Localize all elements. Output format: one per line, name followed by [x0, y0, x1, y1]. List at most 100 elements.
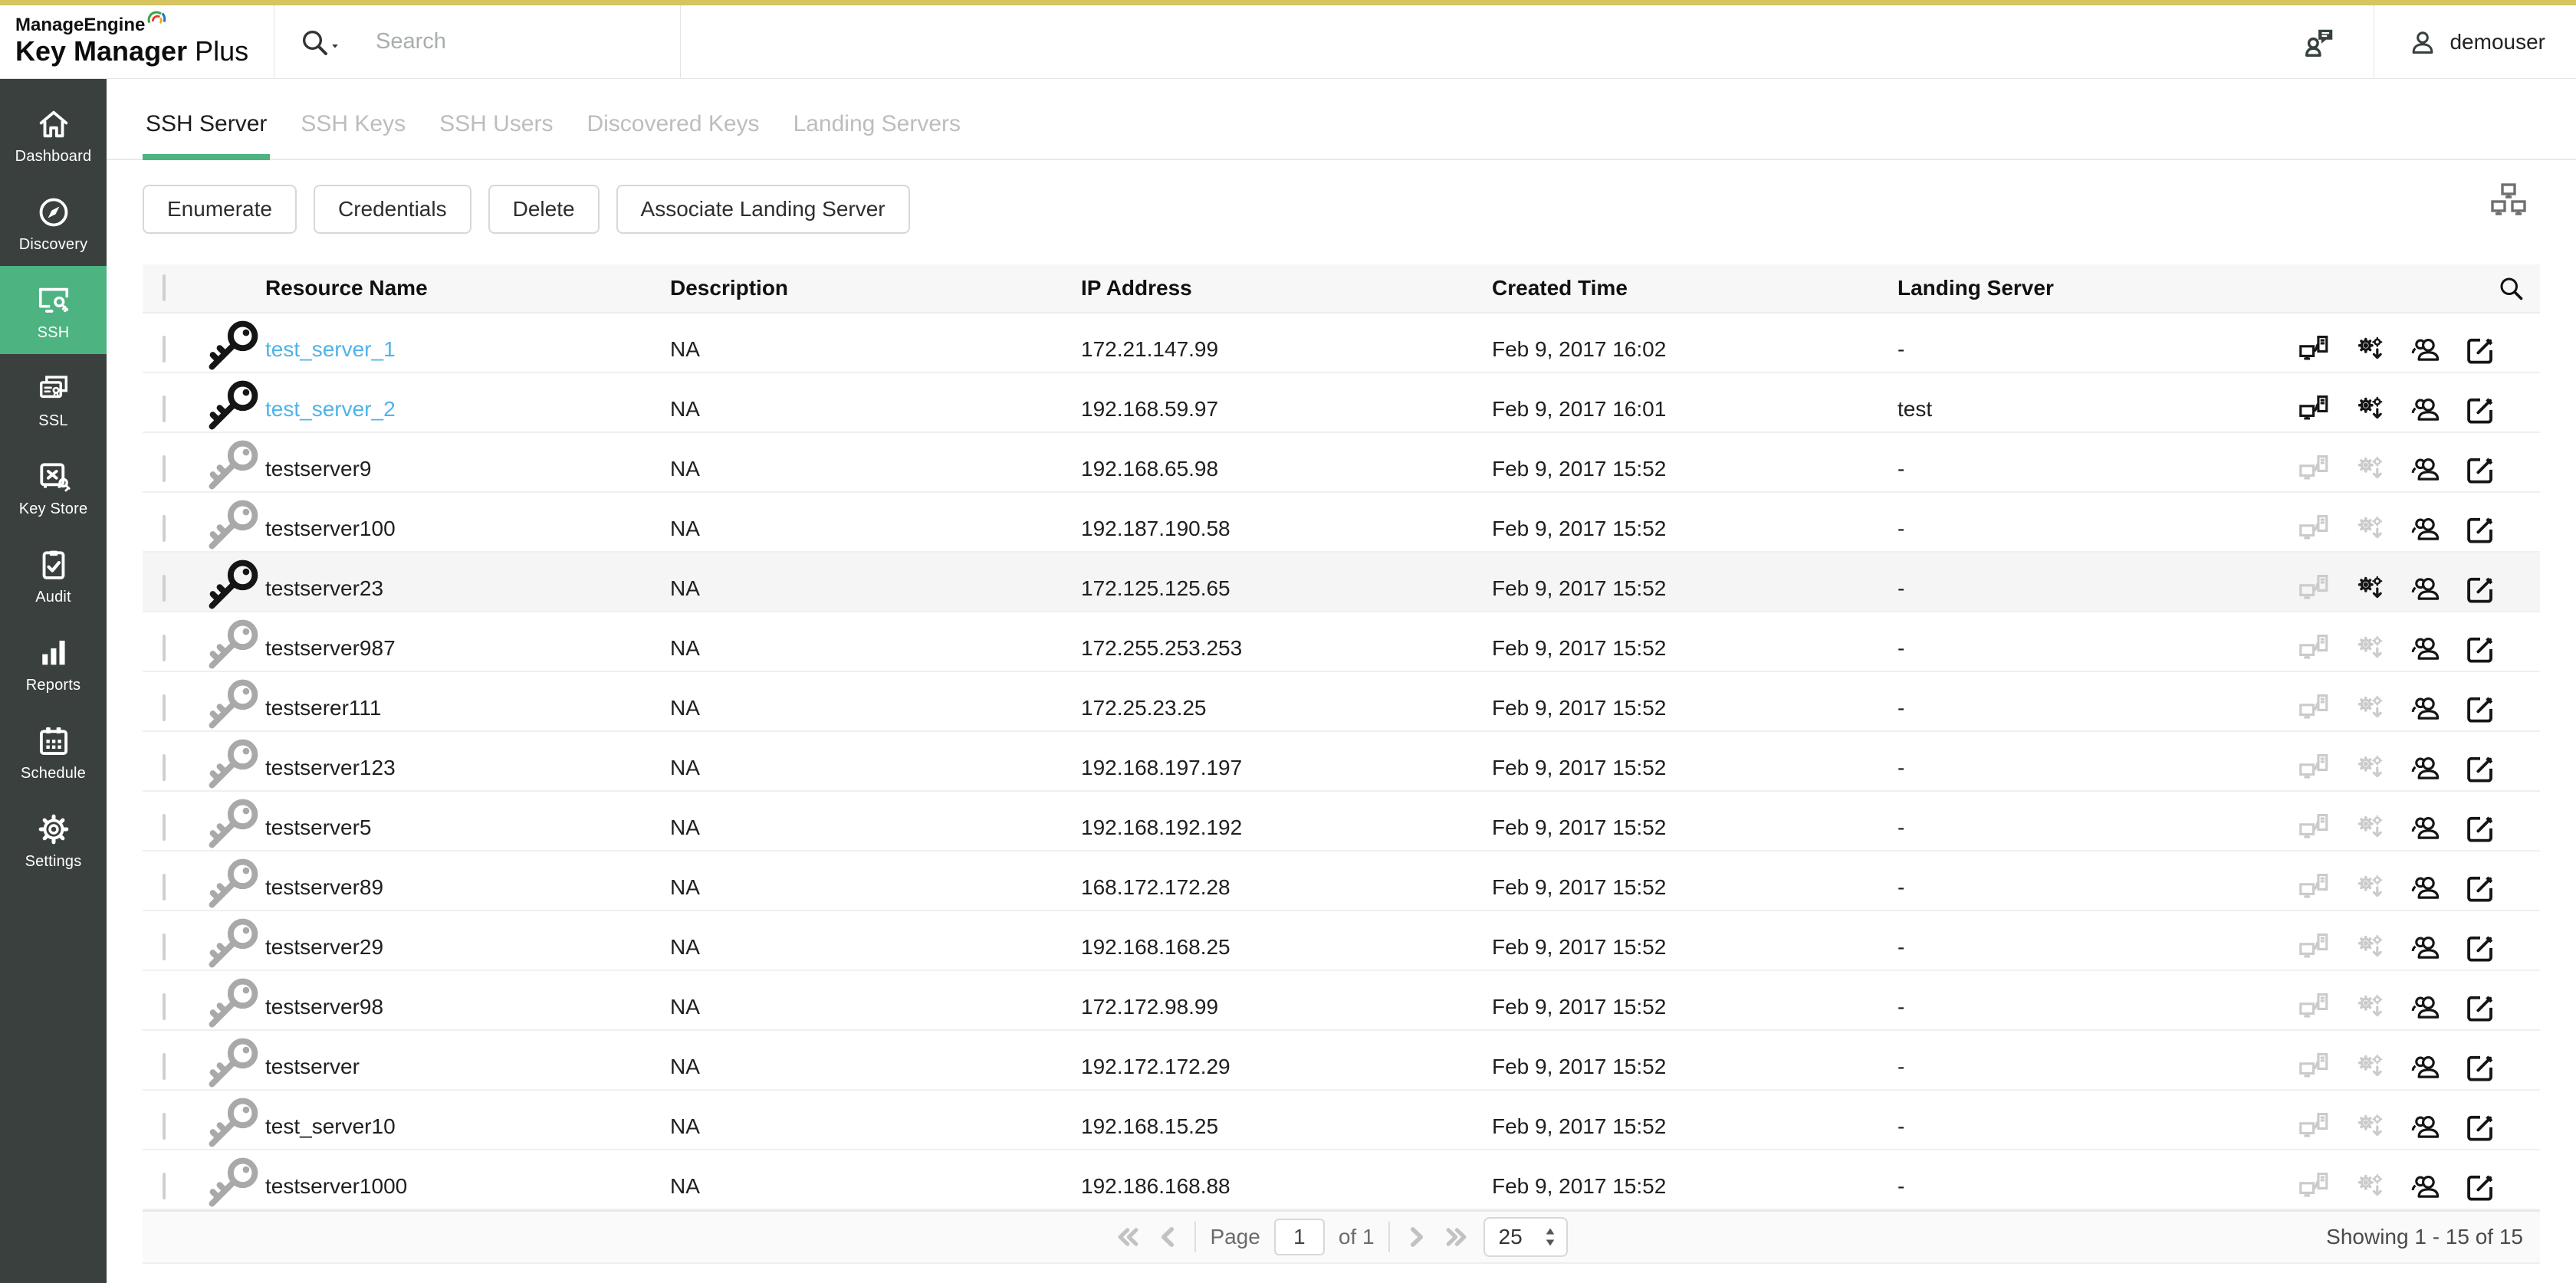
- edit-icon[interactable]: [2464, 453, 2496, 485]
- page-number-input[interactable]: [1274, 1219, 1325, 1255]
- row-checkbox[interactable]: [163, 694, 166, 721]
- cell-landing-server: -: [1898, 457, 2142, 481]
- enumerate-keys-icon[interactable]: [2354, 333, 2386, 366]
- edit-icon[interactable]: [2464, 333, 2496, 366]
- feedback-icon[interactable]: [2302, 25, 2337, 60]
- users-icon[interactable]: [2409, 991, 2441, 1023]
- users-icon[interactable]: [2409, 333, 2441, 366]
- row-checkbox[interactable]: [163, 1113, 166, 1140]
- edit-icon[interactable]: [2464, 931, 2496, 963]
- edit-icon[interactable]: [2464, 513, 2496, 545]
- edit-icon[interactable]: [2464, 812, 2496, 844]
- users-icon[interactable]: [2409, 692, 2441, 724]
- user-icon: [2408, 28, 2437, 57]
- cell-landing-server: -: [1898, 636, 2142, 661]
- cell-description: NA: [670, 935, 1081, 960]
- row-checkbox[interactable]: [163, 1053, 166, 1080]
- users-icon[interactable]: [2409, 513, 2441, 545]
- tab-landing-servers[interactable]: Landing Servers: [790, 111, 964, 159]
- users-icon[interactable]: [2409, 453, 2441, 485]
- sidebar-item-dashboard[interactable]: Dashboard: [0, 90, 107, 178]
- row-checkbox[interactable]: [163, 874, 166, 901]
- search-icon[interactable]: [299, 27, 330, 57]
- cell-landing-server: -: [1898, 935, 2142, 960]
- edit-icon[interactable]: [2464, 991, 2496, 1023]
- users-icon[interactable]: [2409, 1051, 2441, 1083]
- row-checkbox[interactable]: [163, 455, 166, 482]
- sidebar-item-reports[interactable]: Reports: [0, 619, 107, 707]
- landing-server-topology-icon[interactable]: [2490, 182, 2527, 218]
- edit-icon[interactable]: [2464, 573, 2496, 605]
- sidebar-item-schedule[interactable]: Schedule: [0, 707, 107, 795]
- users-icon[interactable]: [2409, 931, 2441, 963]
- edit-icon[interactable]: [2464, 1111, 2496, 1143]
- edit-icon[interactable]: [2464, 871, 2496, 904]
- users-icon[interactable]: [2409, 812, 2441, 844]
- connect-server-icon: [2298, 871, 2331, 904]
- row-checkbox[interactable]: [163, 395, 166, 422]
- users-icon[interactable]: [2409, 632, 2441, 664]
- edit-icon[interactable]: [2464, 393, 2496, 425]
- sidebar-item-discovery[interactable]: Discovery: [0, 178, 107, 266]
- edit-icon[interactable]: [2464, 632, 2496, 664]
- users-icon[interactable]: [2409, 573, 2441, 605]
- cell-ip-address: 192.168.192.192: [1081, 815, 1492, 840]
- row-checkbox[interactable]: [163, 336, 166, 363]
- row-checkbox[interactable]: [163, 1173, 166, 1199]
- enumerate-keys-icon[interactable]: [2354, 393, 2386, 425]
- search-scope-caret-icon[interactable]: [328, 39, 342, 53]
- resource-name-label: testserver9: [265, 457, 372, 481]
- edit-icon[interactable]: [2464, 1170, 2496, 1203]
- enumerate-keys-icon[interactable]: [2354, 573, 2386, 605]
- edit-icon[interactable]: [2464, 752, 2496, 784]
- connect-server-icon[interactable]: [2298, 333, 2331, 366]
- row-checkbox[interactable]: [163, 575, 166, 602]
- sidebar-item-key-store[interactable]: Key Store: [0, 442, 107, 530]
- row-checkbox[interactable]: [163, 635, 166, 661]
- user-menu[interactable]: demouser: [2374, 5, 2576, 78]
- resource-name-link[interactable]: test_server_2: [265, 397, 396, 421]
- sidebar-item-audit[interactable]: Audit: [0, 530, 107, 619]
- users-icon[interactable]: [2409, 1170, 2441, 1203]
- users-icon[interactable]: [2409, 1111, 2441, 1143]
- search-input[interactable]: [374, 28, 635, 55]
- global-search[interactable]: [274, 5, 681, 78]
- col-resource-name: Resource Name: [265, 276, 670, 300]
- prev-page-icon[interactable]: [1155, 1226, 1181, 1249]
- users-icon[interactable]: [2409, 393, 2441, 425]
- credentials-button[interactable]: Credentials: [314, 185, 472, 234]
- keystore-safe-icon: [36, 459, 71, 494]
- associate-landing-server-button[interactable]: Associate Landing Server: [616, 185, 910, 234]
- sidebar-item-settings[interactable]: Settings: [0, 795, 107, 883]
- edit-icon[interactable]: [2464, 692, 2496, 724]
- enumerate-button[interactable]: Enumerate: [143, 185, 297, 234]
- resource-name-link[interactable]: test_server_1: [265, 337, 396, 361]
- delete-button[interactable]: Delete: [488, 185, 600, 234]
- feedback-button[interactable]: [2265, 5, 2374, 78]
- tab-ssh-server[interactable]: SSH Server: [143, 111, 270, 159]
- next-page-icon[interactable]: [1404, 1226, 1430, 1249]
- tab-ssh-keys[interactable]: SSH Keys: [297, 111, 409, 159]
- row-checkbox[interactable]: [163, 754, 166, 781]
- table-search-icon[interactable]: [2497, 274, 2525, 302]
- cell-created-time: Feb 9, 2017 15:52: [1492, 756, 1898, 780]
- row-checkbox[interactable]: [163, 934, 166, 960]
- page-size-select[interactable]: 25: [1484, 1217, 1568, 1257]
- sidebar-item-ssh[interactable]: SSH: [0, 266, 107, 354]
- table-row: testserver987NA172.255.253.253Feb 9, 201…: [143, 612, 2540, 672]
- users-icon[interactable]: [2409, 752, 2441, 784]
- select-all-checkbox[interactable]: [163, 274, 166, 301]
- users-icon[interactable]: [2409, 871, 2441, 904]
- last-page-icon[interactable]: [1444, 1226, 1470, 1249]
- sidebar-item-ssl[interactable]: SSL: [0, 354, 107, 442]
- row-checkbox[interactable]: [163, 814, 166, 841]
- connect-server-icon[interactable]: [2298, 393, 2331, 425]
- tab-discovered-keys[interactable]: Discovered Keys: [583, 111, 762, 159]
- row-checkbox[interactable]: [163, 515, 166, 542]
- cell-ip-address: 172.125.125.65: [1081, 576, 1492, 601]
- first-page-icon[interactable]: [1115, 1226, 1141, 1249]
- row-checkbox[interactable]: [163, 993, 166, 1020]
- enumerate-keys-icon: [2354, 513, 2386, 545]
- edit-icon[interactable]: [2464, 1051, 2496, 1083]
- tab-ssh-users[interactable]: SSH Users: [436, 111, 556, 159]
